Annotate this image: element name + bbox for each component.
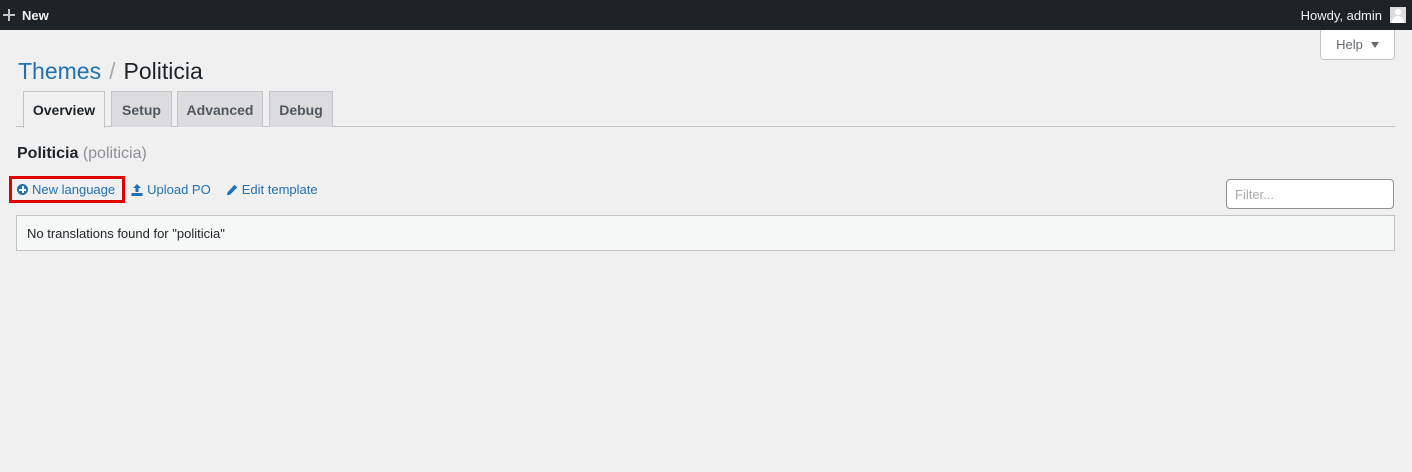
tab-setup[interactable]: Setup	[111, 91, 172, 127]
pencil-icon	[226, 184, 237, 195]
avatar	[1390, 7, 1406, 23]
upload-po-label: Upload PO	[147, 182, 211, 197]
help-button[interactable]: Help	[1320, 30, 1395, 60]
notice-text: No translations found for "politicia"	[27, 225, 225, 241]
project-name: Politicia	[17, 145, 79, 162]
project-title: Politicia (politicia)	[17, 145, 147, 163]
new-language-label: New language	[32, 182, 116, 197]
account-menu[interactable]: Howdy, admin	[1293, 0, 1412, 30]
new-language-button[interactable]: New language	[9, 176, 126, 203]
admin-bar: New Howdy, admin	[0, 0, 1412, 30]
project-actions: New language Upload PO Edit template	[9, 176, 318, 203]
project-slug: (politicia)	[82, 145, 147, 162]
upload-icon	[131, 183, 143, 196]
edit-template-button[interactable]: Edit template	[226, 176, 318, 203]
breadcrumb-separator: /	[109, 58, 116, 84]
circle-plus-icon	[17, 184, 28, 195]
caret-down-icon	[1370, 41, 1379, 48]
help-label: Help	[1336, 37, 1363, 52]
filter-input[interactable]	[1226, 179, 1394, 209]
edit-template-label: Edit template	[241, 182, 318, 197]
tab-debug[interactable]: Debug	[269, 91, 333, 127]
plus-icon	[2, 8, 16, 22]
empty-translations-notice: No translations found for "politicia"	[16, 215, 1395, 251]
tab-bar: Overview Setup Advanced Debug	[16, 91, 1395, 128]
tab-overview[interactable]: Overview	[23, 91, 105, 128]
breadcrumb-current: Politicia	[123, 58, 203, 84]
tab-advanced[interactable]: Advanced	[177, 91, 263, 127]
account-greeting: Howdy, admin	[1300, 7, 1382, 23]
new-content-menu[interactable]: New	[0, 0, 57, 30]
breadcrumb-themes-link[interactable]: Themes	[18, 57, 101, 85]
page-title: Themes / Politicia	[18, 57, 203, 85]
upload-po-button[interactable]: Upload PO	[131, 176, 211, 203]
new-content-label: New	[22, 7, 49, 23]
